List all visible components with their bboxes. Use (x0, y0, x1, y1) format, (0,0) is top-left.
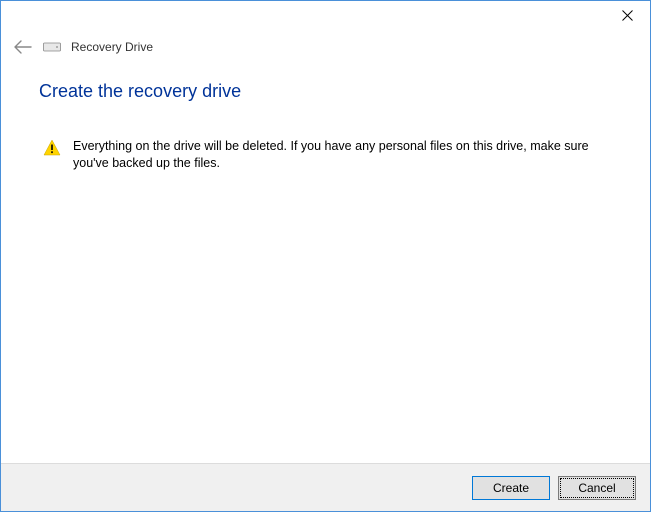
create-button[interactable]: Create (472, 476, 550, 500)
content-area: Create the recovery drive Everything on … (1, 67, 650, 172)
wizard-footer: Create Cancel (1, 463, 650, 511)
warning-icon (43, 139, 61, 157)
wizard-header: Recovery Drive (1, 31, 650, 67)
back-button[interactable] (13, 37, 33, 57)
page-title: Create the recovery drive (39, 81, 612, 102)
drive-icon (43, 40, 61, 54)
close-icon (622, 10, 633, 21)
cancel-button[interactable]: Cancel (558, 476, 636, 500)
back-arrow-icon (14, 40, 32, 54)
warning-text: Everything on the drive will be deleted.… (73, 138, 603, 172)
close-button[interactable] (605, 1, 650, 29)
warning-message: Everything on the drive will be deleted.… (39, 138, 612, 172)
app-title: Recovery Drive (71, 40, 153, 54)
titlebar (1, 1, 650, 31)
